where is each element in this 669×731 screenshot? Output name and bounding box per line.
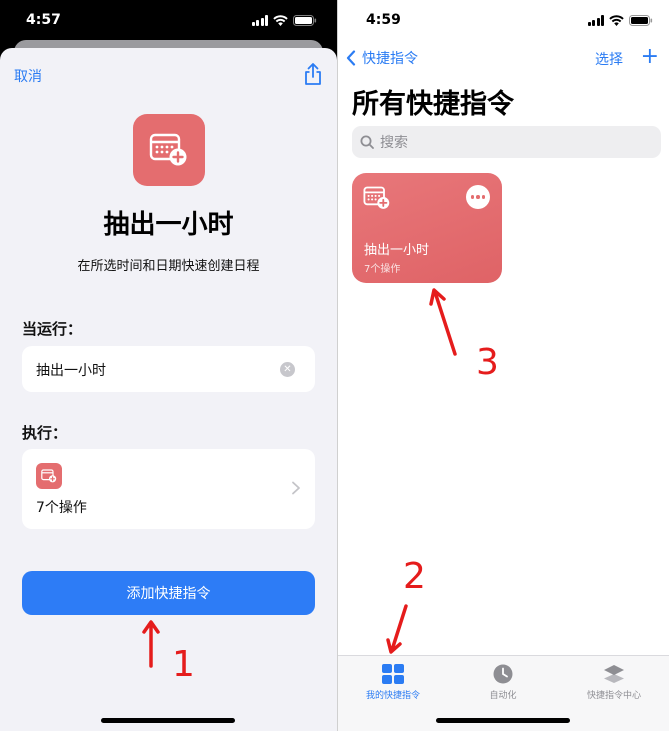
cancel-button[interactable]: 取消 <box>14 66 42 86</box>
plus-icon[interactable]: + <box>641 46 659 68</box>
tab-automation[interactable]: 自动化 <box>448 664 558 701</box>
add-shortcut-button[interactable]: 添加快捷指令 <box>22 571 315 615</box>
card-subtitle: 7个操作 <box>364 264 401 275</box>
clear-icon[interactable]: ✕ <box>280 362 295 377</box>
shortcut-app-icon <box>133 114 205 186</box>
shortcut-name-value[interactable]: 抽出一小时 <box>36 360 106 380</box>
tab-gallery[interactable]: 快捷指令中心 <box>559 664 669 701</box>
status-bar: 4:57 <box>0 0 337 40</box>
card-title: 抽出一小时 <box>364 243 430 258</box>
status-time: 4:59 <box>366 12 401 28</box>
left-phone-screen: 4:57 取消 抽出一小时 在所选时间和日期快速创建日程 当运行： 抽出一小时 … <box>0 0 337 731</box>
annotation-arrow-1 <box>142 620 160 668</box>
actions-row[interactable]: 7个操作 <box>22 449 315 529</box>
actions-count: 7个操作 <box>36 500 87 516</box>
annotation-number: 1 <box>172 644 195 685</box>
wifi-icon <box>273 14 288 26</box>
clock-icon <box>493 664 513 684</box>
cellular-signal-icon <box>587 14 604 26</box>
search-icon <box>360 135 374 149</box>
share-icon[interactable] <box>303 62 323 86</box>
back-label: 快捷指令 <box>362 51 418 67</box>
back-button[interactable]: 快捷指令 <box>346 48 418 68</box>
execute-label: 执行： <box>22 424 68 442</box>
calendar-add-icon <box>36 463 62 489</box>
battery-icon <box>629 14 653 26</box>
tab-label: 我的快捷指令 <box>365 691 420 701</box>
shortcut-card[interactable]: 抽出一小时 7个操作 <box>352 173 502 283</box>
shortcut-name-field[interactable]: 抽出一小时 ✕ <box>22 346 315 392</box>
home-indicator <box>101 718 235 723</box>
page-title: 所有快捷指令 <box>352 89 514 120</box>
tab-label: 快捷指令中心 <box>586 691 641 701</box>
home-indicator <box>436 718 570 723</box>
chevron-right-icon <box>292 481 300 495</box>
annotation-number: 2 <box>403 556 426 597</box>
tab-label: 自动化 <box>489 691 517 701</box>
status-icons <box>587 14 654 26</box>
shortcut-description: 在所选时间和日期快速创建日程 <box>77 259 260 274</box>
shortcut-title: 抽出一小时 <box>103 210 234 240</box>
status-time: 4:57 <box>26 12 61 28</box>
right-phone-screen: 4:59 快捷指令 选择 + 所有快捷指令 搜索 抽出一小时 7个操作 3 2 … <box>338 0 669 731</box>
calendar-add-icon <box>149 133 187 166</box>
more-icon[interactable] <box>466 185 490 209</box>
grid-icon <box>382 664 404 684</box>
add-shortcut-sheet: 取消 抽出一小时 在所选时间和日期快速创建日程 当运行： 抽出一小时 ✕ 执行：… <box>0 48 337 731</box>
status-icons <box>251 14 318 26</box>
annotation-arrow-2 <box>386 604 408 654</box>
chevron-left-icon <box>346 50 356 66</box>
calendar-add-icon <box>363 186 390 209</box>
annotation-arrow-3 <box>429 288 457 356</box>
select-button[interactable]: 选择 <box>595 49 623 69</box>
wifi-icon <box>609 14 624 26</box>
search-placeholder: 搜索 <box>380 135 408 151</box>
battery-icon <box>293 14 317 26</box>
annotation-number: 3 <box>476 342 499 383</box>
status-bar: 4:59 <box>338 0 669 40</box>
layers-icon <box>604 665 624 683</box>
search-input[interactable]: 搜索 <box>352 126 661 158</box>
tab-my-shortcuts[interactable]: 我的快捷指令 <box>338 664 448 701</box>
cellular-signal-icon <box>251 14 268 26</box>
when-run-label: 当运行： <box>22 320 83 338</box>
